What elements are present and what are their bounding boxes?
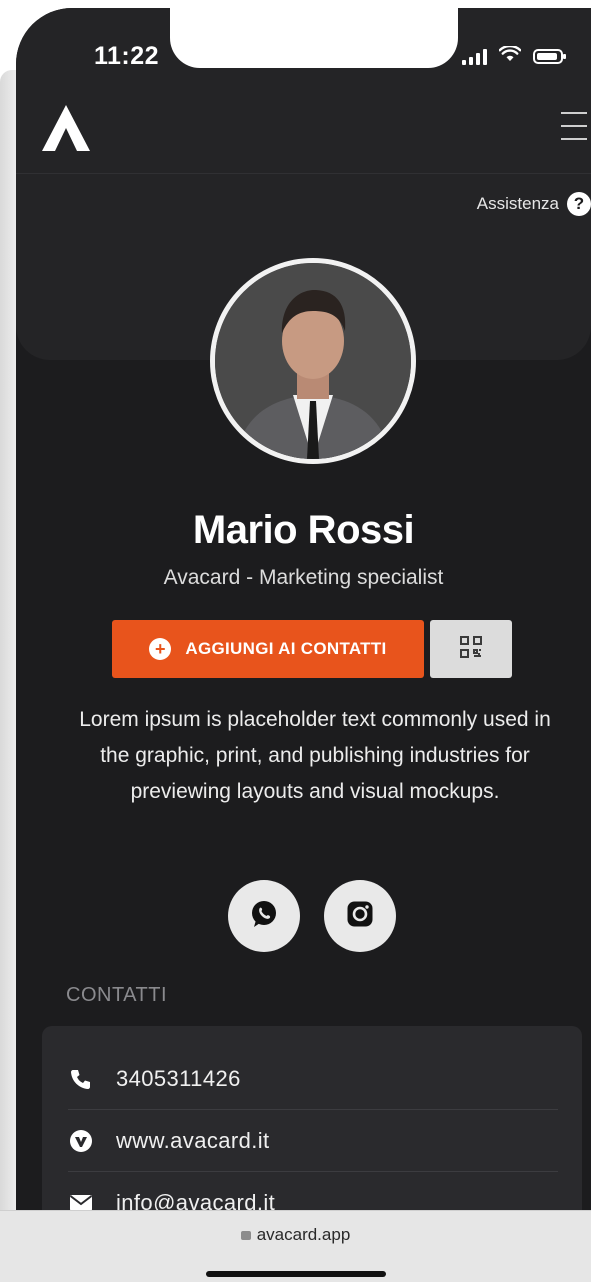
contact-row-phone[interactable]: 3405311426	[68, 1048, 558, 1110]
battery-icon	[533, 49, 566, 64]
status-icons	[462, 44, 566, 67]
profile-name: Mario Rossi	[192, 508, 415, 552]
add-to-contacts-button[interactable]: + AGGIUNGI AI CONTATTI	[112, 620, 424, 678]
wifi-icon	[498, 44, 522, 67]
contact-website-value: www.avacard.it	[116, 1127, 270, 1153]
profile-subtitle: Avacard - Marketing specialist	[163, 566, 444, 589]
lock-icon	[240, 1231, 251, 1240]
home-indicator[interactable]	[206, 1271, 386, 1277]
avatar	[210, 258, 416, 464]
url-text: avacard.app	[256, 1225, 351, 1244]
phone-icon	[68, 1066, 94, 1092]
instagram-icon	[346, 900, 374, 933]
help-label: Assistenza	[476, 194, 559, 213]
browser-url-bar[interactable]: avacard.app	[0, 1210, 591, 1282]
status-time: 11:22	[94, 42, 160, 70]
plus-circle-icon: +	[149, 638, 172, 660]
camera-notch	[170, 8, 458, 68]
contact-row-website[interactable]: www.avacard.it	[68, 1110, 558, 1172]
whatsapp-button[interactable]	[228, 880, 300, 952]
help-icon: ?	[567, 192, 591, 216]
profile-bio: Lorem ipsum is placeholder text commonly…	[79, 708, 551, 803]
avacard-logo[interactable]	[40, 102, 92, 154]
whatsapp-icon	[249, 899, 279, 934]
phone-screen: 11:22 Assistenza ? Mario Rossi Avacard -…	[16, 8, 591, 1282]
help-link[interactable]: Assistenza ?	[477, 192, 591, 216]
site-header	[16, 88, 591, 174]
contacts-section-label: CONTATTI	[66, 984, 168, 1006]
hamburger-menu-icon[interactable]	[561, 112, 591, 140]
qr-code-icon	[460, 635, 482, 663]
web-icon	[68, 1128, 94, 1154]
url-display[interactable]: avacard.app	[0, 1225, 591, 1245]
instagram-button[interactable]	[324, 880, 396, 952]
qr-code-button[interactable]	[430, 620, 512, 678]
add-to-contacts-label: AGGIUNGI AI CONTATTI	[185, 639, 387, 658]
signal-icon	[462, 48, 487, 65]
contact-phone-value: 3405311426	[116, 1065, 241, 1091]
social-links	[228, 880, 396, 952]
